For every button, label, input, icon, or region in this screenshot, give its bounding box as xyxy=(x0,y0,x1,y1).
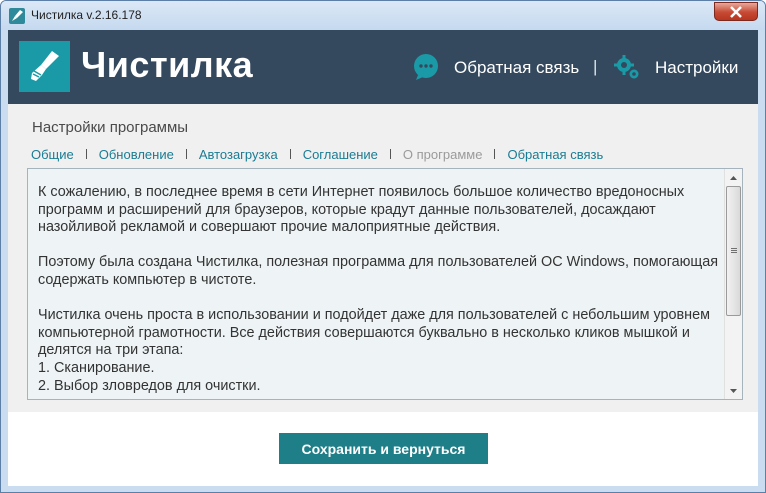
client-area: Чистилка Обратная связь | Настройки Наст… xyxy=(8,30,758,486)
vertical-scrollbar[interactable] xyxy=(724,169,742,399)
tab-separator xyxy=(185,149,187,159)
about-text: К сожалению, в последнее время в сети Ин… xyxy=(38,184,719,394)
grip-line xyxy=(731,250,737,251)
settings-panel: Настройки программы Общие Обновление Автоз… xyxy=(8,104,758,412)
logo-text: Чистилка xyxy=(81,44,254,85)
grip-line xyxy=(731,252,737,253)
tab-separator xyxy=(389,149,391,159)
footer: Сохранить и вернуться xyxy=(8,412,758,486)
app-icon xyxy=(9,8,25,24)
close-button[interactable] xyxy=(714,2,758,21)
arrow-down-icon xyxy=(730,388,737,393)
tab-autostart[interactable]: Автозагрузка xyxy=(199,147,278,162)
app-header: Чистилка Обратная связь | Настройки xyxy=(8,30,758,104)
save-and-return-button[interactable]: Сохранить и вернуться xyxy=(279,433,488,464)
close-icon xyxy=(730,5,742,18)
settings-link[interactable]: Настройки xyxy=(655,58,738,78)
app-window: Чистилка v.2.16.178 Чистилка Обратная св… xyxy=(0,0,766,493)
tab-about[interactable]: О программе xyxy=(403,147,483,162)
tab-separator xyxy=(289,149,291,159)
gear-icon[interactable] xyxy=(613,53,641,81)
chat-icon[interactable] xyxy=(412,53,440,81)
header-separator: | xyxy=(593,57,598,76)
scroll-thumb[interactable] xyxy=(726,186,741,316)
tab-general[interactable]: Общие xyxy=(31,147,74,162)
grip-line xyxy=(731,248,737,249)
tab-agreement[interactable]: Соглашение xyxy=(303,147,378,162)
tab-separator xyxy=(494,149,496,159)
arrow-up-icon xyxy=(730,175,737,180)
tab-update[interactable]: Обновление xyxy=(99,147,174,162)
broom-logo-icon xyxy=(19,41,70,92)
window-title: Чистилка v.2.16.178 xyxy=(31,8,142,22)
tab-separator xyxy=(85,149,87,159)
scroll-up-button[interactable] xyxy=(725,169,742,186)
feedback-link[interactable]: Обратная связь xyxy=(454,58,579,78)
tab-feedback[interactable]: Обратная связь xyxy=(507,147,603,162)
about-textbox[interactable]: К сожалению, в последнее время в сети Ин… xyxy=(27,168,743,400)
section-title: Настройки программы xyxy=(32,119,189,136)
scroll-down-button[interactable] xyxy=(725,382,742,399)
settings-tabs: Общие Обновление Автозагрузка Соглашение О п… xyxy=(31,147,603,162)
title-bar[interactable]: Чистилка v.2.16.178 xyxy=(1,1,765,30)
